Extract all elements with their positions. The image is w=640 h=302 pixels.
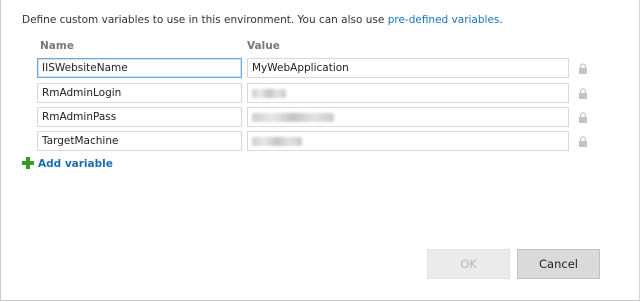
variable-value-field[interactable] <box>247 107 569 127</box>
lock-icon[interactable] <box>578 88 588 99</box>
variable-row: RmAdminPass <box>37 107 597 127</box>
lock-icon[interactable] <box>578 136 588 147</box>
variable-value-field[interactable] <box>247 83 569 103</box>
variable-value-field[interactable]: MyWebApplication <box>247 58 569 78</box>
variable-row: IISWebsiteName MyWebApplication <box>37 58 597 78</box>
variable-name-field[interactable]: RmAdminLogin <box>37 83 242 103</box>
add-variable-label: Add variable <box>38 158 113 170</box>
plus-icon <box>22 157 34 169</box>
predefined-variables-link[interactable]: pre-defined variables <box>388 14 500 26</box>
variable-name-field[interactable]: IISWebsiteName <box>37 58 242 78</box>
lock-icon[interactable] <box>578 112 588 123</box>
variable-row: TargetMachine <box>37 131 597 151</box>
value-column-header: Value <box>247 40 280 52</box>
variable-name-field[interactable]: RmAdminPass <box>37 107 242 127</box>
intro-sentence: Define custom variables to use in this e… <box>22 14 388 26</box>
intro-text: Define custom variables to use in this e… <box>22 14 503 26</box>
redacted-value <box>252 88 286 98</box>
variable-name-field[interactable]: TargetMachine <box>37 131 242 151</box>
variable-value-field[interactable] <box>247 131 569 151</box>
intro-period: . <box>499 14 503 26</box>
lock-icon[interactable] <box>578 63 588 74</box>
redacted-value <box>252 136 302 146</box>
cancel-button[interactable]: Cancel <box>517 249 600 279</box>
redacted-value <box>252 112 334 122</box>
ok-button[interactable]: OK <box>427 249 510 279</box>
add-variable-button[interactable]: Add variable <box>22 157 113 170</box>
variable-row: RmAdminLogin <box>37 83 597 103</box>
name-column-header: Name <box>40 40 74 52</box>
